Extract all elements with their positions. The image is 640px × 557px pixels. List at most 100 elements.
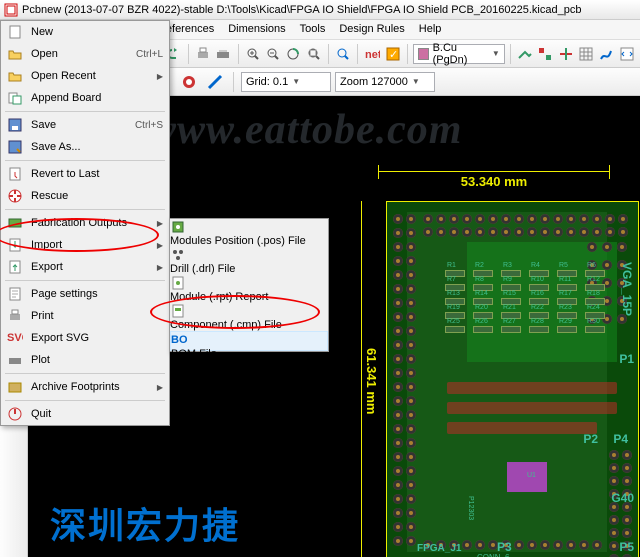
label-p2: P2 — [583, 432, 598, 446]
fabrication-icon — [5, 215, 25, 231]
pcb-board: R1R2R3R4R5R6R7R8R9R10R11R12R13R14R15R16R… — [386, 201, 639, 557]
submenu-modules-pos[interactable]: Modules Position (.pos) File — [170, 219, 328, 247]
layer-label: B.Cu (PgDn) — [433, 42, 488, 66]
open-icon — [5, 46, 25, 62]
menu-export[interactable]: Export▶ — [1, 256, 169, 278]
menu-rescue[interactable]: Rescue — [1, 185, 169, 207]
zoom-label: Zoom 127000 — [340, 76, 408, 88]
menu-page-settings[interactable]: Page settings — [1, 283, 169, 305]
bom-icon: BOM — [171, 332, 327, 348]
menu-save-as[interactable]: Save As... — [1, 136, 169, 158]
track-tool-icon[interactable] — [204, 71, 226, 93]
menu-plot[interactable]: Plot — [1, 349, 169, 371]
menu-fabrication-outputs[interactable]: Fabrication Outputs▶ — [1, 212, 169, 234]
submenu-drill[interactable]: Drill (.drl) File — [170, 247, 328, 275]
menu-tools[interactable]: Tools — [293, 20, 333, 39]
netlist-icon[interactable]: net — [363, 43, 381, 65]
page-settings-icon — [5, 286, 25, 302]
chinese-overlay: 深圳宏力捷 — [50, 497, 240, 549]
import-icon — [5, 237, 25, 253]
svg-text:✓: ✓ — [389, 49, 398, 61]
label-vga: VGA_15P — [620, 262, 634, 316]
label-p1: P1 — [619, 352, 634, 366]
menu-open-recent[interactable]: Open Recent▶ — [1, 65, 169, 87]
menu-revert[interactable]: Revert to Last — [1, 163, 169, 185]
submenu-module-rpt[interactable]: Module (.rpt) Report — [170, 275, 328, 303]
save-icon — [5, 117, 25, 133]
drill-icon — [170, 247, 328, 263]
save-as-icon — [5, 139, 25, 155]
menu-open[interactable]: OpenCtrl+L — [1, 43, 169, 65]
dropdown-arrow-icon: ▼ — [292, 77, 300, 86]
revert-icon — [5, 166, 25, 182]
submenu-component-cmp[interactable]: Component (.cmp) File — [170, 303, 328, 331]
archive-icon — [5, 379, 25, 395]
new-icon — [5, 24, 25, 40]
app-icon — [4, 3, 18, 17]
zoom-in-icon[interactable] — [243, 43, 261, 65]
pad-mode-icon[interactable] — [536, 43, 554, 65]
print-icon — [5, 308, 25, 324]
pos-icon — [170, 219, 328, 235]
label-g40: G40 — [611, 491, 634, 505]
plot-icon — [5, 352, 25, 368]
dropdown-arrow-icon: ▼ — [412, 77, 420, 86]
menu-dimensions[interactable]: Dimensions — [221, 20, 292, 39]
window-title: Pcbnew (2013-07-07 BZR 4022)-stable D:\T… — [22, 4, 581, 16]
freeroute-icon[interactable] — [597, 43, 615, 65]
label-conn: CONN_6 — [477, 553, 509, 557]
file-dropdown: New OpenCtrl+L Open Recent▶ Append Board… — [0, 20, 170, 426]
menu-export-svg[interactable]: SVGExport SVG — [1, 327, 169, 349]
find-icon[interactable] — [334, 43, 352, 65]
watermark: www.eattobe.com — [148, 106, 462, 154]
quit-icon — [5, 406, 25, 422]
label-u1: U1 — [527, 472, 536, 479]
plot-icon[interactable] — [214, 43, 232, 65]
fabrication-submenu: Modules Position (.pos) File Drill (.drl… — [169, 218, 329, 352]
label-p12303: P12303 — [467, 496, 474, 520]
menu-import[interactable]: Import▶ — [1, 234, 169, 256]
svg-icon: SVG — [5, 330, 25, 346]
layer-selector[interactable]: B.Cu (PgDn) ▼ — [413, 44, 505, 64]
zoom-redraw-icon[interactable] — [284, 43, 302, 65]
menu-design-rules[interactable]: Design Rules — [332, 20, 411, 39]
cmp-icon — [170, 303, 328, 319]
grid-selector[interactable]: Grid: 0.1 ▼ — [241, 72, 331, 92]
label-fpga-j1: FPGA_J1 — [417, 543, 461, 554]
drc-icon[interactable]: ✓ — [383, 43, 401, 65]
menu-print[interactable]: Print — [1, 305, 169, 327]
menu-new[interactable]: New — [1, 21, 169, 43]
submenu-bom[interactable]: BOMBOM File — [170, 331, 328, 351]
menu-archive-footprints[interactable]: Archive Footprints▶ — [1, 376, 169, 398]
label-p4: P4 — [613, 432, 628, 446]
via-mode-icon[interactable] — [556, 43, 574, 65]
zoom-out-icon[interactable] — [264, 43, 282, 65]
svg-text:net: net — [365, 49, 380, 61]
track-mode-icon[interactable] — [516, 43, 534, 65]
via-tool-icon[interactable] — [178, 71, 200, 93]
label-p5: P5 — [619, 540, 634, 554]
svg-text:BOM: BOM — [171, 334, 187, 346]
rescue-icon — [5, 188, 25, 204]
grid-label: Grid: 0.1 — [246, 76, 288, 88]
svg-text:SVG: SVG — [7, 332, 23, 344]
menu-help[interactable]: Help — [412, 20, 449, 39]
rpt-icon — [170, 275, 328, 291]
script-icon[interactable] — [618, 43, 636, 65]
export-icon — [5, 259, 25, 275]
dimension-width: 53.340 mm — [378, 171, 610, 191]
title-bar: Pcbnew (2013-07-07 BZR 4022)-stable D:\T… — [0, 0, 640, 20]
grid-mode-icon[interactable] — [577, 43, 595, 65]
menu-quit[interactable]: Quit — [1, 403, 169, 425]
append-icon — [5, 90, 25, 106]
zoom-fit-icon[interactable] — [305, 43, 323, 65]
label-p3: P3 — [497, 540, 512, 554]
print-icon[interactable] — [194, 43, 212, 65]
dropdown-arrow-icon: ▼ — [492, 49, 500, 58]
zoom-selector[interactable]: Zoom 127000 ▼ — [335, 72, 435, 92]
menu-append-board[interactable]: Append Board — [1, 87, 169, 109]
folder-icon — [5, 68, 25, 84]
dimension-height: 61.341 mm — [361, 201, 381, 557]
menu-save[interactable]: SaveCtrl+S — [1, 114, 169, 136]
layer-swatch-icon — [418, 48, 429, 60]
